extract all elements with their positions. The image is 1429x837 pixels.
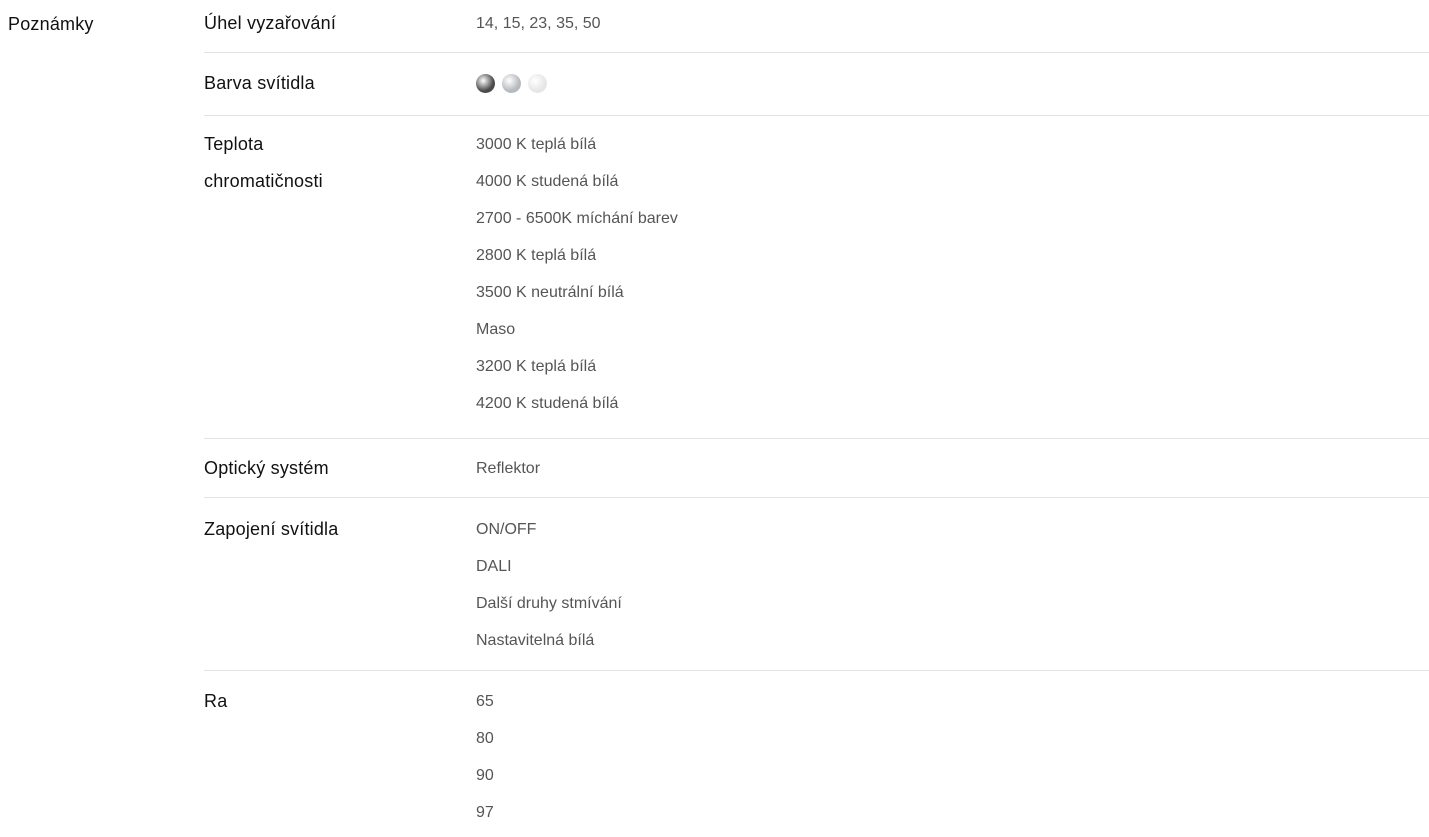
section-title: Poznámky: [8, 14, 94, 34]
spec-label-line: chromatičnosti: [204, 171, 323, 191]
spec-row-connection: Zapojení svítidla ON/OFF DALI Další druh…: [204, 498, 1429, 671]
color-swatches: [476, 65, 547, 102]
spec-label-color-temperature: Teplota chromatičnosti: [204, 126, 454, 200]
color-swatch-white: [528, 74, 547, 93]
spec-table: Úhel vyzařování 14, 15, 23, 35, 50 Barva…: [204, 0, 1429, 837]
spec-label-beam-angle: Úhel vyzařování: [204, 13, 337, 33]
spec-values-ra: 65 80 90 97: [476, 683, 494, 831]
spec-values-color-temperature: 3000 K teplá bílá 4000 K studená bílá 27…: [476, 126, 678, 422]
spec-label-ra: Ra: [204, 691, 228, 711]
spec-value: 3200 K teplá bílá: [476, 358, 597, 375]
spec-value-luminaire-color: [476, 65, 547, 102]
spec-value: Maso: [476, 321, 516, 338]
color-swatch-silver: [502, 74, 521, 93]
spec-value: 4200 K studená bílá: [476, 395, 619, 412]
spec-row-beam-angle: Úhel vyzařování 14, 15, 23, 35, 50: [204, 0, 1429, 53]
spec-value: ON/OFF: [476, 521, 537, 538]
spec-value: Další druhy stmívání: [476, 595, 622, 612]
spec-value-beam-angle: 14, 15, 23, 35, 50: [476, 5, 601, 42]
spec-row-optical-system: Optický systém Reflektor: [204, 439, 1429, 498]
spec-label-optical-system: Optický systém: [204, 458, 329, 478]
spec-value: DALI: [476, 558, 512, 575]
spec-row-color-temperature: Teplota chromatičnosti 3000 K teplá bílá…: [204, 116, 1429, 439]
spec-label-line: Teplota: [204, 134, 264, 154]
spec-value: 97: [476, 804, 494, 821]
spec-value: Reflektor: [476, 460, 541, 477]
spec-value: 2700 - 6500K míchání barev: [476, 210, 678, 227]
spec-value: 14, 15, 23, 35, 50: [476, 15, 601, 32]
spec-value: Nastavitelná bílá: [476, 632, 595, 649]
spec-values-connection: ON/OFF DALI Další druhy stmívání Nastavi…: [476, 511, 622, 659]
spec-label-connection: Zapojení svítidla: [204, 519, 339, 539]
spec-row-ra: Ra 65 80 90 97: [204, 671, 1429, 837]
spec-value: 3000 K teplá bílá: [476, 136, 597, 153]
spec-value: 3500 K neutrální bílá: [476, 284, 624, 301]
color-swatch-dark-gray: [476, 74, 495, 93]
spec-value: 65: [476, 693, 494, 710]
spec-value: 80: [476, 730, 494, 747]
spec-label-luminaire-color: Barva svítidla: [204, 73, 315, 93]
spec-row-luminaire-color: Barva svítidla: [204, 53, 1429, 116]
spec-value: 4000 K studená bílá: [476, 173, 619, 190]
spec-value: 2800 K teplá bílá: [476, 247, 597, 264]
spec-value: 90: [476, 767, 494, 784]
spec-value-optical-system: Reflektor: [476, 450, 540, 487]
